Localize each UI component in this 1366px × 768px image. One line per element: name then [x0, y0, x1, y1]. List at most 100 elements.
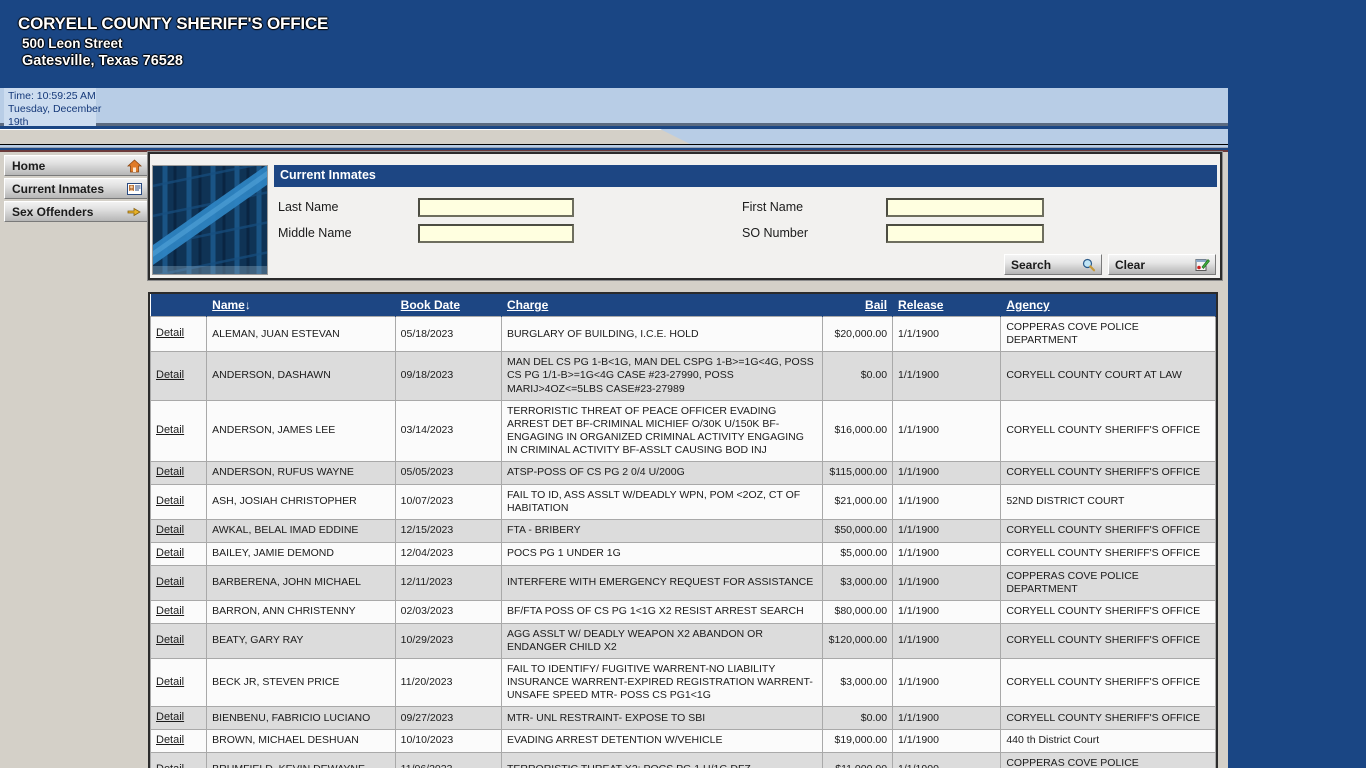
- agency-street: 500 Leon Street: [22, 36, 123, 51]
- detail-link[interactable]: Detail: [156, 424, 184, 436]
- last-name-input[interactable]: [418, 198, 574, 217]
- cell-agency: CORYELL COUNTY SHERIFF'S OFFICE: [1000, 706, 1216, 730]
- middle-name-input[interactable]: [418, 224, 574, 243]
- time-band: [0, 88, 1228, 126]
- agency-name: CORYELL COUNTY SHERIFF'S OFFICE: [18, 14, 329, 33]
- search-button[interactable]: Search: [1004, 254, 1102, 275]
- cell-release: 1/1/1900: [892, 564, 1002, 601]
- th-bail[interactable]: Bail: [822, 294, 894, 317]
- cell-book-date: 03/14/2023: [394, 399, 502, 463]
- cell-agency: CORYELL COUNTY SHERIFF'S OFFICE: [1000, 399, 1216, 463]
- th-charge-label: Charge: [506, 298, 549, 312]
- cell-book-date: 12/11/2023: [394, 564, 502, 601]
- cell-release: 1/1/1900: [892, 461, 1002, 485]
- th-name[interactable]: Name↓: [206, 294, 396, 317]
- cell-name: BEATY, GARY RAY: [206, 622, 396, 659]
- cell-release: 1/1/1900: [892, 519, 1002, 543]
- cell-book-date: 02/03/2023: [394, 599, 502, 624]
- cell-release: 1/1/1900: [892, 315, 1002, 353]
- table-row: Detail BEATY, GARY RAY 10/29/2023 AGG ASSLT…: [150, 622, 1216, 659]
- so-number-input[interactable]: [886, 224, 1044, 243]
- cell-book-date: 12/15/2023: [394, 519, 502, 543]
- th-bail-label: Bail: [865, 298, 888, 312]
- cell-detail: Detail: [150, 541, 208, 566]
- table-row: Detail BARBERENA, JOHN MICHAEL 12/11/2023 I…: [150, 564, 1216, 601]
- detail-link[interactable]: Detail: [156, 676, 184, 688]
- cell-release: 1/1/1900: [892, 706, 1002, 730]
- cell-release: 1/1/1900: [892, 483, 1002, 521]
- divider-rule-1: [0, 144, 1228, 145]
- sidebar-item-label: Home: [12, 159, 46, 173]
- sidebar-item-home[interactable]: Home: [4, 155, 148, 176]
- detail-link[interactable]: Detail: [156, 734, 184, 746]
- cell-charge: TERRORISTIC THREAT OF PEACE OFFICER EVAD…: [500, 399, 823, 463]
- current-date-line1: Tuesday, December: [8, 103, 102, 115]
- cell-release: 1/1/1900: [892, 729, 1002, 753]
- cell-detail: Detail: [150, 657, 208, 708]
- agency-city: Gatesville, Texas 76528: [22, 53, 183, 69]
- sort-arrow-icon: ↓: [244, 298, 251, 312]
- th-agency[interactable]: Agency: [1000, 294, 1216, 317]
- pointing-hand-icon: [127, 205, 142, 219]
- detail-link[interactable]: Detail: [156, 524, 184, 536]
- cell-release: 1/1/1900: [892, 622, 1002, 659]
- th-name-label: Name: [212, 298, 245, 312]
- sidebar-item-current-inmates[interactable]: Current Inmates: [4, 178, 148, 199]
- cell-agency: CORYELL COUNTY SHERIFF'S OFFICE: [1000, 541, 1216, 566]
- cell-agency: CORYELL COUNTY SHERIFF'S OFFICE: [1000, 599, 1216, 624]
- cell-name: BROWN, MICHAEL DESHUAN: [206, 729, 396, 753]
- detail-link[interactable]: Detail: [156, 466, 184, 478]
- cell-charge: FAIL TO IDENTIFY/ FUGITIVE WARRENT-NO LI…: [500, 657, 823, 708]
- last-name-label: Last Name: [278, 200, 339, 214]
- cell-book-date: 10/07/2023: [394, 483, 502, 521]
- cell-detail: Detail: [150, 599, 208, 624]
- cell-bail: $3,000.00: [821, 564, 894, 601]
- th-charge[interactable]: Charge: [501, 294, 823, 317]
- glass-building-photo: [152, 165, 268, 275]
- cell-bail: $16,000.00: [821, 399, 894, 463]
- cell-bail: $120,000.00: [821, 622, 894, 659]
- th-release[interactable]: Release: [892, 294, 1002, 317]
- detail-link[interactable]: Detail: [156, 711, 184, 723]
- cell-name: BAILEY, JAMIE DEMOND: [206, 541, 396, 566]
- sidebar-nav: Home Current Inmates Sex Offenders: [4, 155, 148, 227]
- sidebar-item-label: Current Inmates: [12, 182, 105, 196]
- cell-agency: COPPERAS COVE POLICE DEPARTMENT: [1000, 564, 1216, 601]
- table-row: Detail BAILEY, JAMIE DEMOND 12/04/2023 POCS…: [150, 541, 1216, 566]
- detail-link[interactable]: Detail: [156, 369, 184, 381]
- clear-button[interactable]: Clear: [1108, 254, 1216, 275]
- table-row: Detail ALEMAN, JUAN ESTEVAN 05/18/2023 BURG…: [150, 315, 1216, 353]
- detail-link[interactable]: Detail: [156, 576, 184, 588]
- table-row: Detail BARRON, ANN CHRISTENNY 02/03/2023 BF…: [150, 599, 1216, 624]
- cell-bail: $11,000.00: [821, 751, 894, 768]
- sidebar-item-sex-offenders[interactable]: Sex Offenders: [4, 201, 148, 222]
- detail-link[interactable]: Detail: [156, 547, 184, 559]
- detail-link[interactable]: Detail: [156, 605, 184, 617]
- cell-detail: Detail: [150, 564, 208, 601]
- cell-bail: $50,000.00: [821, 519, 894, 543]
- cell-release: 1/1/1900: [892, 399, 1002, 463]
- th-book-date[interactable]: Book Date: [395, 294, 502, 317]
- cell-agency: CORYELL COUNTY SHERIFF'S OFFICE: [1000, 622, 1216, 659]
- detail-link[interactable]: Detail: [156, 495, 184, 507]
- cell-charge: MAN DEL CS PG 1-B<1G, MAN DEL CSPG 1-B>=…: [500, 351, 823, 401]
- table-row: Detail BROWN, MICHAEL DESHUAN 10/10/2023 EV…: [150, 729, 1216, 753]
- detail-link[interactable]: Detail: [156, 634, 184, 646]
- table-row: Detail AWKAL, BELAL IMAD EDDINE 12/15/2023…: [150, 519, 1216, 543]
- table-row: Detail ASH, JOSIAH CHRISTOPHER 10/07/2023 F…: [150, 483, 1216, 521]
- cell-charge: TERRORISTIC THREAT X2; POCS PG 1 U/1G DF…: [500, 751, 823, 768]
- cell-book-date: 09/27/2023: [394, 706, 502, 730]
- cell-name: BIENBENU, FABRICIO LUCIANO: [206, 706, 396, 730]
- masthead: CORYELL COUNTY SHERIFF'S OFFICE 500 Leon…: [0, 0, 1366, 88]
- results-table-container[interactable]: Name↓ Book Date Charge Bail Release Agen…: [148, 292, 1218, 768]
- first-name-input[interactable]: [886, 198, 1044, 217]
- cell-release: 1/1/1900: [892, 751, 1002, 768]
- detail-link[interactable]: Detail: [156, 327, 184, 339]
- active-tab-shape: [0, 129, 690, 144]
- th-agency-label: Agency: [1006, 298, 1050, 312]
- cell-detail: Detail: [150, 706, 208, 730]
- cell-detail: Detail: [150, 751, 208, 768]
- panel-title: Current Inmates: [280, 168, 376, 182]
- detail-link[interactable]: Detail: [156, 763, 184, 768]
- cell-detail: Detail: [150, 461, 208, 485]
